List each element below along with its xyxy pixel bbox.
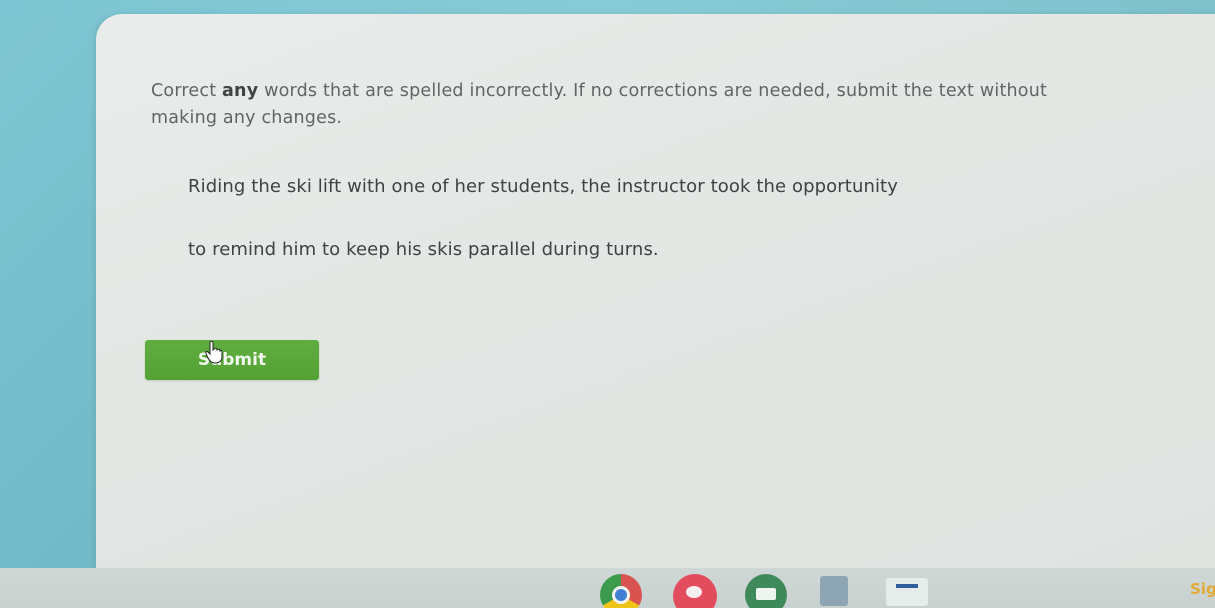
- square-app-icon[interactable]: [820, 576, 848, 606]
- instruction-suffix: words that are spelled incorrectly. If n…: [151, 81, 1048, 128]
- instruction-emphasis: any: [222, 81, 259, 101]
- docs-app-icon[interactable]: [886, 578, 928, 606]
- passage-line-2[interactable]: to remind him to keep his skis parallel …: [188, 239, 659, 260]
- instruction-text: Correct any words that are spelled incor…: [151, 78, 1081, 132]
- instruction-prefix: Correct: [151, 81, 223, 101]
- hand-cursor-icon: [205, 340, 223, 364]
- classroom-icon[interactable]: [745, 574, 787, 608]
- passage-line-1[interactable]: Riding the ski lift with one of her stud…: [188, 176, 898, 197]
- sign-in-status-text[interactable]: Sig: [1190, 580, 1215, 598]
- submit-button[interactable]: Submit: [145, 340, 319, 380]
- chrome-icon[interactable]: [600, 574, 642, 608]
